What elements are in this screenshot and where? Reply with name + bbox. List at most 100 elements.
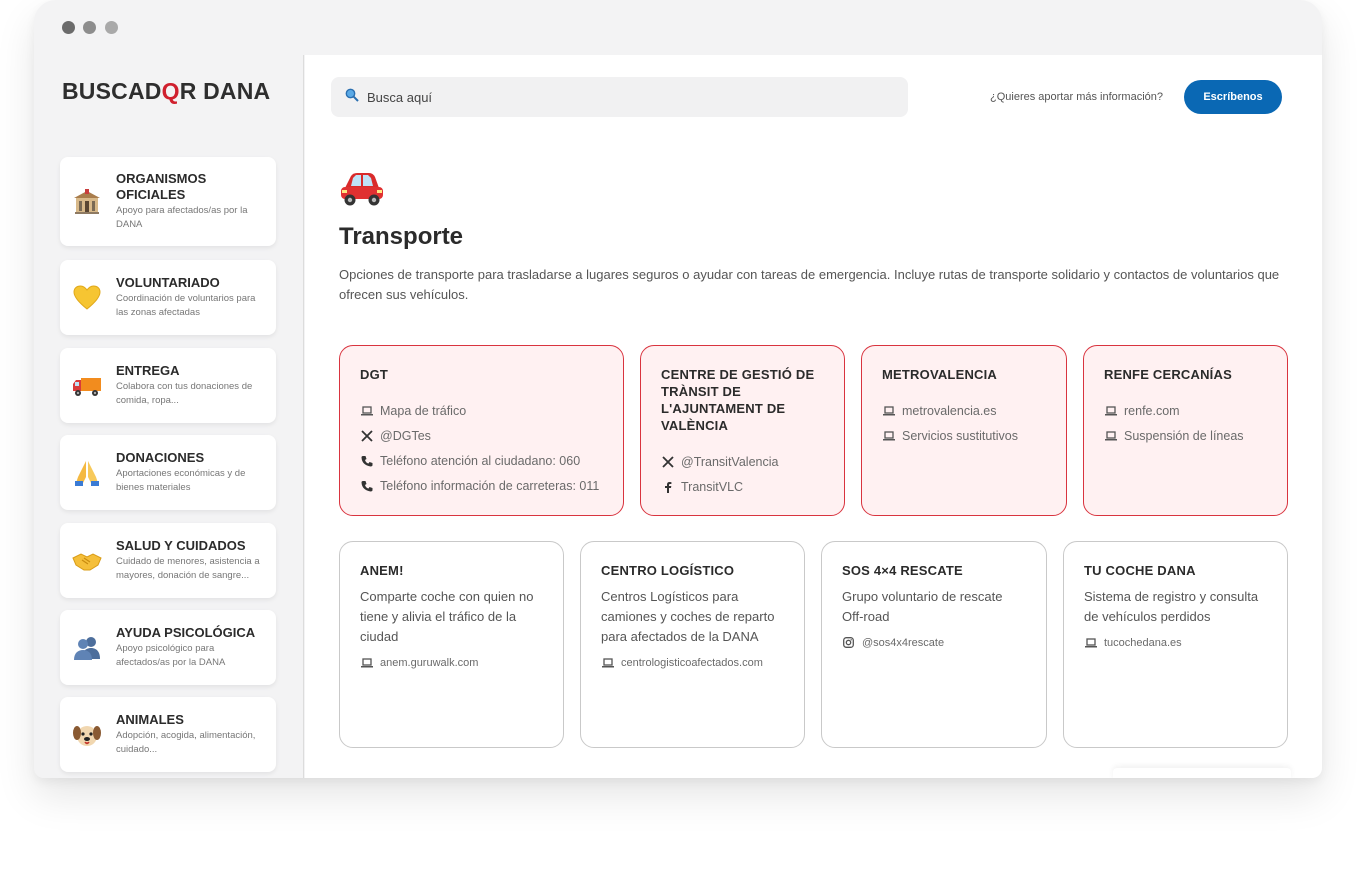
card-title: CENTRO LOGÍSTICO [601, 563, 735, 578]
initiative-card-anem: ANEM! Comparte coche con quien no tiene … [339, 541, 564, 748]
sidebar-item-desc: Apoyo para afectados/as por la DANA [116, 205, 248, 230]
sidebar-item-title: DONACIONES [116, 450, 205, 465]
contribute-question: ¿Quieres aportar más información? [990, 91, 1164, 103]
card-title: TU COCHE DANA [1084, 563, 1196, 578]
link-text: Teléfono información de carreteras: 011 [380, 478, 600, 493]
sidebar-item-title: VOLUNTARIADO [116, 275, 220, 290]
org-card-dgt: DGT Mapa de tráfico @DGTes Teléfono aten… [339, 345, 624, 516]
write-to-us-button[interactable]: Escríbenos [1184, 80, 1282, 114]
folded-hands-icon [72, 458, 102, 488]
people-silhouette-icon [72, 633, 102, 663]
card-title: CENTRE DE GESTIÓ DE TRÀNSIT DE L'AJUNTAM… [661, 367, 815, 433]
link-text: TransitVLC [681, 479, 744, 494]
search-input[interactable]: Busca aquí [331, 77, 908, 117]
sidebar-item-organismos-oficiales[interactable]: ORGANISMOS OFICIALES Apoyo para afectado… [60, 157, 276, 246]
card-link-x-transitvalencia[interactable]: @TransitValencia [661, 454, 824, 469]
main-content: Busca aquí ¿Quieres aportar más informac… [305, 55, 1322, 778]
laptop-icon [1084, 636, 1097, 649]
link-text: @TransitValencia [681, 454, 779, 469]
link-text: tucochedana.es [1104, 636, 1182, 649]
sidebar-item-title: ENTREGA [116, 363, 180, 378]
sidebar-item-voluntariado[interactable]: VOLUNTARIADO Coordinación de voluntarios… [60, 260, 276, 335]
browser-window: BUSCADQR DANA ORGANISMOS OFICIALES Apoyo… [34, 0, 1322, 778]
link-text: renfe.com [1124, 403, 1180, 418]
laptop-icon [1104, 404, 1117, 417]
sidebar-item-desc: Apoyo psicológico para afectados/as por … [116, 643, 226, 668]
sidebar-item-title: SALUD Y CUIDADOS [116, 538, 246, 553]
card-title: ANEM! [360, 563, 404, 578]
org-card-metrovalencia: METROVALENCIA metrovalencia.es Servicios… [861, 345, 1067, 516]
page-description: Opciones de transporte para trasladarse … [339, 267, 1280, 302]
card-description: Comparte coche con quien no tiene y aliv… [360, 589, 534, 644]
initiative-card-sos-4x4: SOS 4×4 RESCATE Grupo voluntario de resc… [821, 541, 1047, 748]
x-logo-icon [360, 429, 373, 442]
dog-face-icon [72, 720, 102, 750]
card-link-traffic-map[interactable]: Mapa de tráfico [360, 403, 603, 418]
page-title: Transporte [339, 223, 464, 250]
card-link-centro-logistico-web[interactable]: centrologisticoafectados.com [601, 655, 784, 670]
logo-text-start: BUSCAD [62, 78, 162, 104]
initiative-card-centro-logistico: CENTRO LOGÍSTICO Centros Logísticos para… [580, 541, 805, 748]
card-link-renfe-web[interactable]: renfe.com [1104, 403, 1267, 418]
card-title: DGT [360, 367, 389, 382]
link-text: metrovalencia.es [902, 403, 997, 418]
sidebar: BUSCADQR DANA ORGANISMOS OFICIALES Apoyo… [34, 55, 304, 778]
link-text: anem.guruwalk.com [380, 656, 479, 669]
close-window-button[interactable] [62, 21, 75, 34]
link-text: centrologisticoafectados.com [621, 656, 763, 669]
card-link-x-dgtes[interactable]: @DGTes [360, 428, 603, 443]
sidebar-item-desc: Adopción, acogida, alimentación, cuidado… [116, 730, 256, 755]
card-description: Grupo voluntario de rescate Off-road [842, 589, 1003, 624]
sidebar-item-ayuda-psicologica[interactable]: AYUDA PSICOLÓGICA Apoyo psicológico para… [60, 610, 276, 685]
laptop-icon [1104, 429, 1117, 442]
card-title: SOS 4×4 RESCATE [842, 563, 963, 578]
card-link-phone-011[interactable]: Teléfono información de carreteras: 011 [360, 478, 603, 493]
org-card-renfe-cercanias: RENFE CERCANÍAS renfe.com Suspensión de … [1083, 345, 1288, 516]
card-link-tucochedana-web[interactable]: tucochedana.es [1084, 635, 1267, 650]
card-link-replacement-services[interactable]: Servicios sustitutivos [882, 428, 1046, 443]
sidebar-item-entrega[interactable]: ENTREGA Colabora con tus donaciones de c… [60, 348, 276, 423]
laptop-icon [360, 404, 373, 417]
laptop-icon [360, 656, 373, 669]
link-text: @DGTes [380, 428, 431, 443]
search-placeholder: Busca aquí [367, 89, 433, 105]
link-text: Mapa de tráfico [380, 403, 467, 418]
sidebar-item-title: ANIMALES [116, 712, 184, 727]
government-building-icon [72, 187, 102, 217]
floating-widget-edge [1113, 768, 1291, 778]
card-description: Centros Logísticos para camiones y coche… [601, 589, 775, 644]
card-link-facebook-transitvlc[interactable]: TransitVLC [661, 479, 824, 494]
instagram-icon [842, 636, 855, 649]
sidebar-item-animales[interactable]: ANIMALES Adopción, acogida, alimentación… [60, 697, 276, 772]
sidebar-item-salud-y-cuidados[interactable]: SALUD Y CUIDADOS Cuidado de menores, asi… [60, 523, 276, 598]
laptop-icon [882, 404, 895, 417]
link-text: Servicios sustitutivos [902, 428, 1019, 443]
link-text: Teléfono atención al ciudadano: 060 [380, 453, 581, 468]
site-logo[interactable]: BUSCADQR DANA [62, 78, 270, 105]
sidebar-item-desc: Colabora con tus donaciones de comida, r… [116, 381, 253, 406]
car-icon [339, 168, 385, 208]
logo-text-end: R DANA [179, 78, 271, 104]
initiative-card-tu-coche-dana: TU COCHE DANA Sistema de registro y cons… [1063, 541, 1288, 748]
search-icon [345, 88, 359, 107]
sidebar-item-donaciones[interactable]: DONACIONES Aportaciones económicas y de … [60, 435, 276, 510]
logo-q: Q [161, 78, 180, 104]
sidebar-item-title: AYUDA PSICOLÓGICA [116, 625, 256, 640]
phone-icon [360, 479, 373, 492]
card-link-line-suspension[interactable]: Suspensión de líneas [1104, 428, 1267, 443]
card-link-sos-instagram[interactable]: @sos4x4rescate [842, 635, 1026, 650]
facebook-icon [661, 480, 674, 493]
card-link-metrovalencia-web[interactable]: metrovalencia.es [882, 403, 1046, 418]
sidebar-item-desc: Coordinación de voluntarios para las zon… [116, 293, 256, 318]
yellow-heart-icon [72, 283, 102, 313]
sidebar-item-title: ORGANISMOS OFICIALES [116, 171, 207, 202]
delivery-truck-icon [72, 371, 102, 401]
minimize-window-button[interactable] [83, 21, 96, 34]
laptop-icon [882, 429, 895, 442]
card-link-phone-060[interactable]: Teléfono atención al ciudadano: 060 [360, 453, 603, 468]
card-link-anem-web[interactable]: anem.guruwalk.com [360, 655, 543, 670]
maximize-window-button[interactable] [105, 21, 118, 34]
sidebar-item-desc: Cuidado de menores, asistencia a mayores… [116, 556, 260, 581]
card-title: METROVALENCIA [882, 367, 998, 382]
card-title: RENFE CERCANÍAS [1104, 367, 1232, 382]
